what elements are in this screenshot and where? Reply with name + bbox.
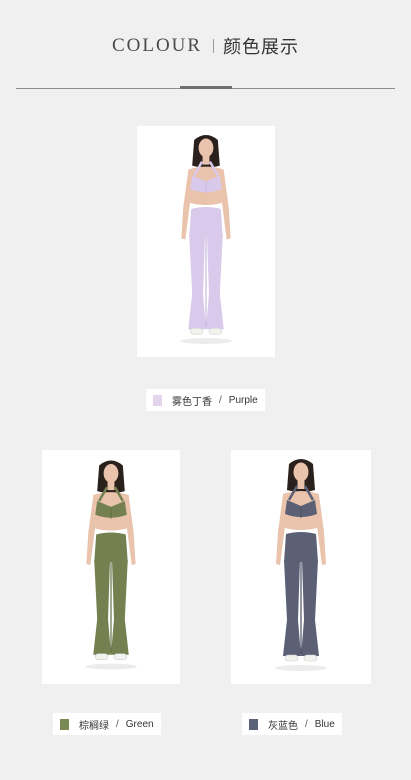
swatch-purple <box>153 394 162 406</box>
color-name-cn: 棕榈绿 <box>79 720 109 732</box>
tag-separator: / <box>219 394 222 406</box>
color-tag-purple: 雾色丁香 / Purple <box>146 389 265 411</box>
section-header: COLOUR 颜色展示 <box>0 30 411 62</box>
swatch-blue <box>249 718 258 730</box>
color-name-en: Blue <box>314 718 335 730</box>
color-tag-green: 棕榈绿 / Green <box>53 713 161 735</box>
model-purple-photo <box>137 126 275 357</box>
header-rule-accent <box>180 86 232 89</box>
color-tag-blue: 灰蓝色 / Blue <box>242 713 342 735</box>
tag-separator: / <box>305 718 308 730</box>
model-blue-photo <box>231 450 371 684</box>
model-photo-purple <box>137 126 275 357</box>
title-divider <box>213 39 215 53</box>
color-name-en: Green <box>125 718 154 730</box>
model-green-photo <box>42 451 180 683</box>
color-name-cn: 灰蓝色 <box>268 720 298 732</box>
title-chinese: 颜色展示 <box>223 37 300 57</box>
tag-separator: / <box>116 718 119 730</box>
model-photo-blue <box>231 450 371 684</box>
color-name-en: Purple <box>228 394 258 406</box>
color-name-cn: 雾色丁香 <box>172 396 212 408</box>
model-photo-green <box>42 450 180 684</box>
swatch-green <box>60 718 69 730</box>
title-english: COLOUR <box>111 35 203 56</box>
